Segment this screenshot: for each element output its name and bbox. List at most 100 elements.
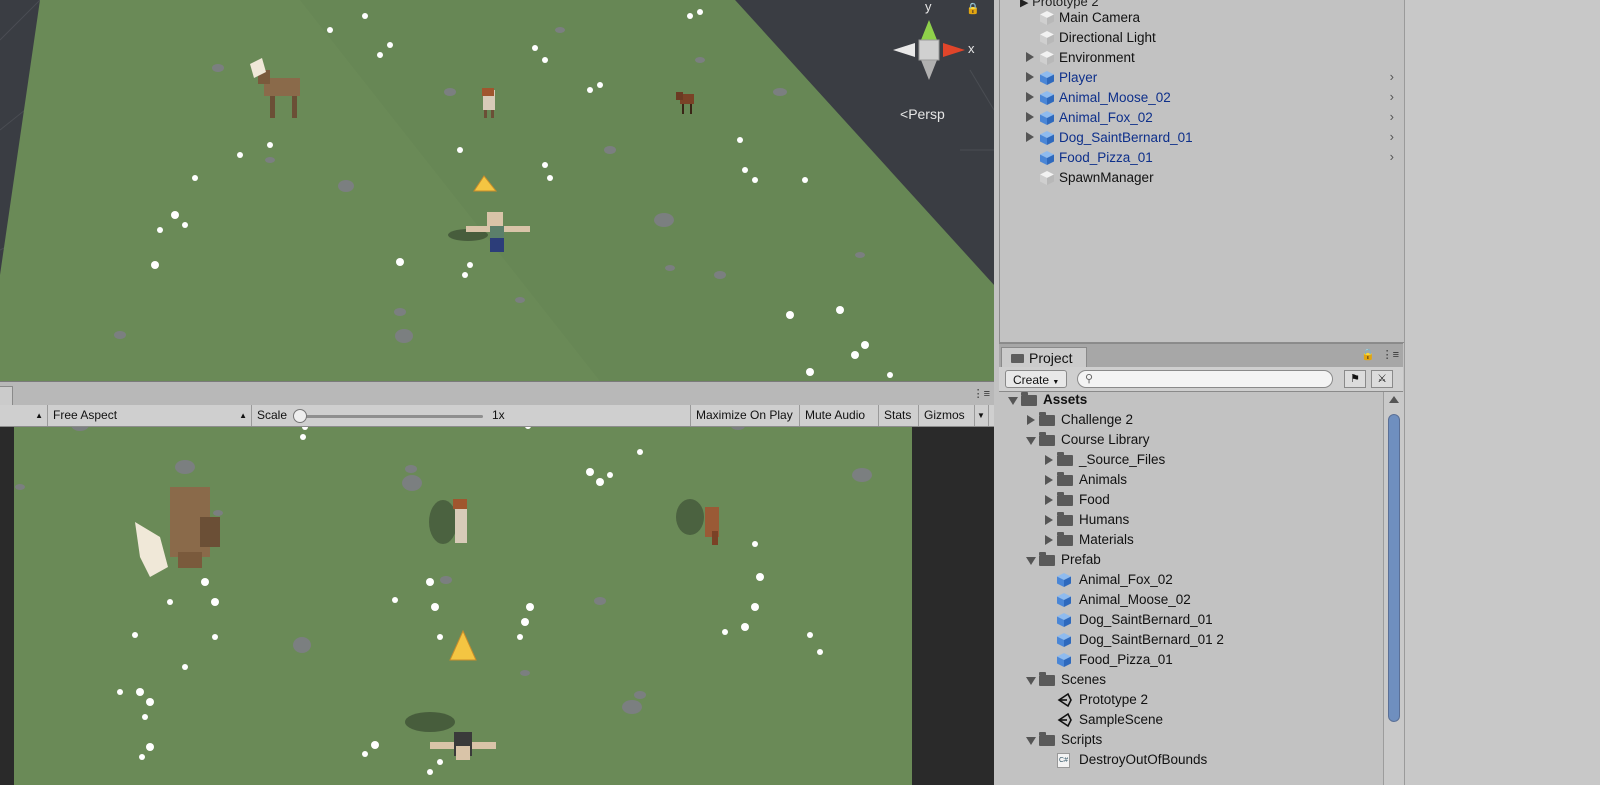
search-input[interactable] bbox=[1077, 370, 1333, 388]
prefab-cube-icon bbox=[1040, 111, 1054, 125]
open-prefab-chevron-icon[interactable]: › bbox=[1390, 129, 1394, 144]
expand-arrow-icon[interactable] bbox=[1026, 112, 1034, 122]
hierarchy-item[interactable]: Environment bbox=[1000, 48, 1404, 68]
scale-slider-track[interactable] bbox=[299, 415, 483, 418]
expand-arrow-icon[interactable] bbox=[1045, 475, 1053, 485]
hierarchy-item-label: Dog_SaintBernard_01 bbox=[1059, 130, 1193, 145]
open-prefab-chevron-icon[interactable]: › bbox=[1390, 109, 1394, 124]
project-folder[interactable]: Prefab bbox=[999, 550, 1383, 570]
project-folder[interactable]: _Source_Files bbox=[999, 450, 1383, 470]
project-asset[interactable]: Dog_SaintBernard_01 bbox=[999, 610, 1383, 630]
tab-project[interactable]: Project bbox=[1001, 347, 1087, 368]
expand-arrow-icon[interactable] bbox=[1045, 495, 1053, 505]
expand-arrow-icon[interactable] bbox=[1026, 52, 1034, 62]
project-item-label: Dog_SaintBernard_01 bbox=[1079, 612, 1213, 627]
tab-game[interactable] bbox=[0, 386, 13, 407]
hierarchy-item[interactable]: Directional Light bbox=[1000, 28, 1404, 48]
gizmos-toggle[interactable]: Gizmos bbox=[919, 405, 975, 426]
open-prefab-chevron-icon[interactable]: › bbox=[1390, 89, 1394, 104]
expand-arrow-icon[interactable] bbox=[1026, 132, 1034, 142]
project-tree: Assets Challenge 2 Course Library _Source_F… bbox=[999, 392, 1383, 785]
display-dropdown[interactable]: ▲ bbox=[0, 405, 48, 426]
maximize-on-play-toggle[interactable]: Maximize On Play bbox=[690, 405, 800, 426]
hierarchy-item-label: SpawnManager bbox=[1059, 170, 1154, 185]
project-folder[interactable]: Materials bbox=[999, 530, 1383, 550]
hierarchy-item[interactable]: SpawnManager bbox=[1000, 168, 1404, 188]
hierarchy-item[interactable]: Animal_Moose_02 › bbox=[1000, 88, 1404, 108]
game-view[interactable] bbox=[0, 427, 994, 785]
collapse-arrow-icon[interactable] bbox=[1026, 437, 1036, 445]
menu-icon[interactable]: ⋮≡ bbox=[973, 387, 990, 400]
gameobject-cube-icon bbox=[1040, 31, 1054, 45]
gizmos-dropdown-icon[interactable]: ▼ bbox=[975, 405, 989, 426]
scale-label: Scale bbox=[257, 408, 288, 422]
project-asset[interactable]: C# DestroyOutOfBounds bbox=[999, 750, 1383, 770]
expand-arrow-icon[interactable] bbox=[1027, 415, 1035, 425]
hierarchy-item-label: Food_Pizza_01 bbox=[1059, 150, 1153, 165]
hierarchy-item[interactable]: Main Camera bbox=[1000, 8, 1404, 28]
folder-icon bbox=[1057, 532, 1073, 546]
prefab-cube-icon bbox=[1057, 573, 1071, 587]
project-folder[interactable]: Challenge 2 bbox=[999, 410, 1383, 430]
project-folder[interactable]: Scenes bbox=[999, 670, 1383, 690]
collapse-arrow-icon[interactable] bbox=[1026, 557, 1036, 565]
filter-by-label-icon[interactable]: ⚔ bbox=[1371, 370, 1393, 388]
projection-toggle[interactable]: <Persp bbox=[900, 106, 945, 122]
project-folder[interactable]: Scripts bbox=[999, 730, 1383, 750]
project-item-label: Prefab bbox=[1061, 552, 1101, 567]
game-canvas[interactable] bbox=[0, 427, 994, 785]
project-asset[interactable]: Animal_Moose_02 bbox=[999, 590, 1383, 610]
project-asset[interactable]: Food_Pizza_01 bbox=[999, 650, 1383, 670]
project-item-label: DestroyOutOfBounds bbox=[1079, 752, 1208, 767]
scale-value: 1x bbox=[492, 408, 505, 422]
create-button[interactable]: Create ▼ bbox=[1005, 370, 1068, 388]
collapse-arrow-icon[interactable] bbox=[1008, 397, 1018, 405]
game-tab-bar: ⋮≡ bbox=[0, 381, 994, 407]
lock-icon[interactable]: 🔒 bbox=[966, 2, 980, 15]
folder-icon bbox=[1011, 354, 1024, 363]
collapse-arrow-icon[interactable] bbox=[1026, 677, 1036, 685]
prefab-cube-icon bbox=[1057, 653, 1071, 667]
expand-arrow-icon[interactable] bbox=[1045, 455, 1053, 465]
scene-canvas[interactable]: y x bbox=[0, 0, 994, 381]
project-folder[interactable]: Animals bbox=[999, 470, 1383, 490]
collapse-arrow-icon[interactable] bbox=[1026, 737, 1036, 745]
menu-icon[interactable]: ⋮≡ bbox=[1382, 348, 1399, 361]
project-folder[interactable]: Course Library bbox=[999, 430, 1383, 450]
project-asset[interactable]: SampleScene bbox=[999, 710, 1383, 730]
scrollbar-thumb[interactable] bbox=[1388, 414, 1400, 722]
orientation-gizmo[interactable] bbox=[893, 20, 965, 80]
project-item-label: Challenge 2 bbox=[1061, 412, 1134, 427]
project-asset[interactable]: Prototype 2 bbox=[999, 690, 1383, 710]
mute-audio-toggle[interactable]: Mute Audio bbox=[800, 405, 879, 426]
hierarchy-item[interactable]: Food_Pizza_01 › bbox=[1000, 148, 1404, 168]
search-icon: ⚲ bbox=[1085, 373, 1094, 385]
filter-by-type-icon[interactable]: ⚑ bbox=[1344, 370, 1366, 388]
stats-toggle[interactable]: Stats bbox=[879, 405, 919, 426]
project-folder[interactable]: Assets bbox=[999, 392, 1383, 410]
project-scrollbar[interactable] bbox=[1383, 392, 1404, 785]
hierarchy-item[interactable]: Dog_SaintBernard_01 › bbox=[1000, 128, 1404, 148]
expand-arrow-icon[interactable] bbox=[1045, 535, 1053, 545]
scale-slider-thumb[interactable] bbox=[293, 409, 307, 423]
hierarchy-item[interactable]: Player › bbox=[1000, 68, 1404, 88]
project-asset[interactable]: Dog_SaintBernard_01 2 bbox=[999, 630, 1383, 650]
project-item-label: Course Library bbox=[1061, 432, 1150, 447]
hierarchy-item[interactable]: Animal_Fox_02 › bbox=[1000, 108, 1404, 128]
expand-arrow-icon[interactable] bbox=[1026, 92, 1034, 102]
open-prefab-chevron-icon[interactable]: › bbox=[1390, 149, 1394, 164]
hierarchy-item-label: Animal_Fox_02 bbox=[1059, 110, 1153, 125]
project-item-label: Dog_SaintBernard_01 2 bbox=[1079, 632, 1224, 647]
folder-icon bbox=[1039, 552, 1055, 566]
scene-view[interactable]: y x <Persp 🔒 bbox=[0, 0, 994, 381]
aspect-dropdown[interactable]: Free Aspect ▲ bbox=[48, 405, 252, 426]
lock-icon[interactable]: 🔒 bbox=[1361, 348, 1375, 361]
project-folder[interactable]: Food bbox=[999, 490, 1383, 510]
prefab-cube-icon bbox=[1040, 131, 1054, 145]
open-prefab-chevron-icon[interactable]: › bbox=[1390, 69, 1394, 84]
expand-arrow-icon[interactable] bbox=[1045, 515, 1053, 525]
project-folder[interactable]: Humans bbox=[999, 510, 1383, 530]
expand-arrow-icon[interactable] bbox=[1026, 72, 1034, 82]
project-asset[interactable]: Animal_Fox_02 bbox=[999, 570, 1383, 590]
scroll-up-arrow-icon[interactable] bbox=[1389, 396, 1399, 403]
